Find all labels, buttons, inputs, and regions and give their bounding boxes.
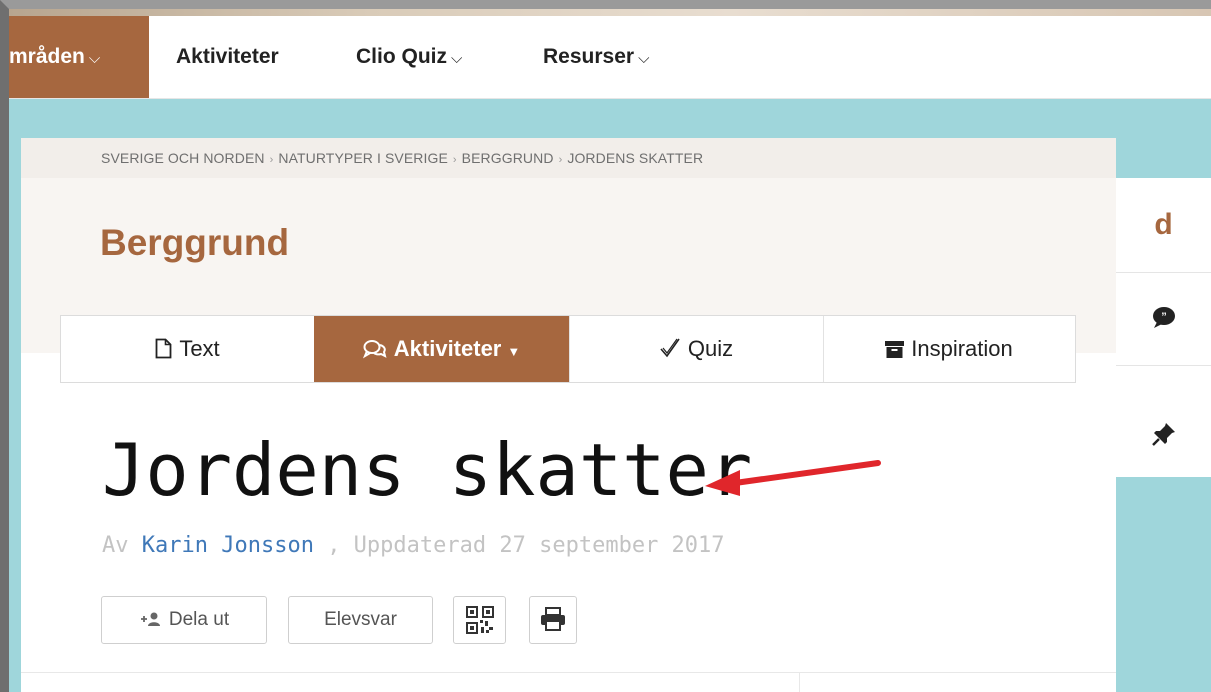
side-panel: d ” xyxy=(1116,178,1211,477)
breadcrumb: SVERIGE OCH NORDEN › NATURTYPER I SVERIGE ›… xyxy=(101,150,703,166)
section-divider xyxy=(21,672,1116,673)
breadcrumb-item[interactable]: BERGGRUND xyxy=(462,150,554,166)
side-panel-letter-button[interactable]: d xyxy=(1116,178,1211,273)
article-heading: Jordens skatter xyxy=(102,428,753,512)
svg-text:”: ” xyxy=(1161,311,1167,323)
breadcrumb-item[interactable]: NATURTYPER I SVERIGE xyxy=(278,150,448,166)
tab-label: Quiz xyxy=(687,336,734,361)
chat-bubbles-icon xyxy=(362,340,387,359)
nav-item-aktiviteter[interactable]: Aktiviteter xyxy=(176,16,279,98)
nav-item-label: Aktiviteter xyxy=(176,45,279,68)
column-divider xyxy=(799,672,800,692)
side-panel-letter: d xyxy=(1154,208,1173,241)
breadcrumb-separator: › xyxy=(558,154,563,166)
tab-aktiviteter[interactable]: Aktiviteter ▼ xyxy=(314,316,570,382)
archive-box-icon xyxy=(885,341,905,358)
speech-bubble-button[interactable]: ” xyxy=(1116,273,1211,366)
nav-item-label: mråden xyxy=(9,45,85,68)
chevron-down-icon: ⌵ xyxy=(638,50,650,67)
author-link[interactable]: Karin Jonsson xyxy=(142,533,314,558)
page-title: Berggrund xyxy=(100,222,290,263)
checkmark-icon xyxy=(660,338,680,358)
tab-label: Text xyxy=(179,336,220,361)
print-button[interactable] xyxy=(529,596,577,644)
breadcrumb-item[interactable]: SVERIGE OCH NORDEN xyxy=(101,150,265,166)
byline-date: , Uppdaterad 27 september 2017 xyxy=(327,533,725,558)
nav-item-label: Clio Quiz xyxy=(356,45,447,68)
pin-icon xyxy=(1151,423,1175,446)
top-banner-strip xyxy=(9,9,1211,16)
chevron-down-icon: ⌵ xyxy=(88,50,101,67)
breadcrumb-separator: › xyxy=(452,154,457,166)
byline: Av Karin Jonsson , Uppdaterad 27 septemb… xyxy=(102,533,725,558)
add-user-icon xyxy=(140,612,160,626)
share-button[interactable]: Dela ut xyxy=(101,596,267,644)
student-answers-button[interactable]: Elevsvar xyxy=(288,596,433,644)
breadcrumb-bar: SVERIGE OCH NORDEN › NATURTYPER I SVERIGE ›… xyxy=(21,138,1116,178)
nav-item-resurser[interactable]: Resurser ⌵ xyxy=(543,16,649,98)
tab-label: Aktiviteter xyxy=(393,336,502,361)
print-icon xyxy=(541,607,565,631)
tab-quiz[interactable]: Quiz xyxy=(569,316,824,382)
nav-item-label: Resurser xyxy=(543,45,635,68)
byline-prefix: Av xyxy=(102,533,129,558)
student-answers-label: Elevsvar xyxy=(324,609,397,630)
qr-code-button[interactable] xyxy=(453,596,506,644)
tab-bar: Text Aktiviteter ▼ Quiz Inspiration xyxy=(60,315,1076,383)
qr-code-icon xyxy=(465,606,494,634)
breadcrumb-item-current: JORDENS SKATTER xyxy=(567,150,704,166)
main-nav: mråden ⌵ Aktiviteter Clio Quiz ⌵ Resurser ⌵ xyxy=(9,16,1211,99)
document-icon xyxy=(155,338,172,359)
tab-label: Inspiration xyxy=(911,336,1013,361)
nav-item-omraden[interactable]: mråden ⌵ xyxy=(9,16,149,98)
speech-bubble-icon: ” xyxy=(1152,307,1175,328)
annotation-arrow xyxy=(705,460,881,496)
chevron-down-icon: ⌵ xyxy=(451,50,463,67)
tab-text[interactable]: Text xyxy=(61,316,315,382)
tab-inspiration[interactable]: Inspiration xyxy=(823,316,1075,382)
share-label: Dela ut xyxy=(168,609,230,630)
pin-button[interactable] xyxy=(1116,382,1211,476)
nav-item-clio-quiz[interactable]: Clio Quiz ⌵ xyxy=(356,16,462,98)
breadcrumb-separator: › xyxy=(269,154,274,166)
caret-down-icon: ▼ xyxy=(507,344,521,359)
